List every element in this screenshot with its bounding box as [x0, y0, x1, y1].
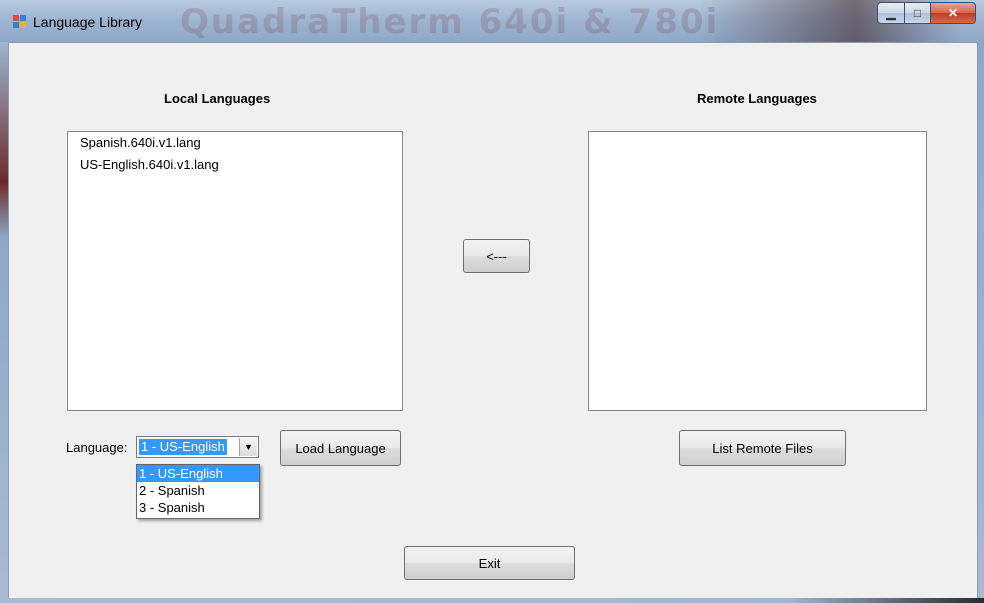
window-title: Language Library [33, 14, 142, 30]
dropdown-option[interactable]: 1 - US-English [137, 465, 259, 482]
chevron-down-icon[interactable]: ▼ [239, 438, 257, 456]
remote-languages-list[interactable] [588, 131, 927, 411]
window-controls: ▁ □ ✕ [877, 2, 976, 24]
close-icon: ✕ [947, 6, 959, 20]
local-languages-heading: Local Languages [164, 91, 271, 106]
maximize-button[interactable]: □ [905, 2, 931, 24]
language-combobox-value: 1 - US-English [139, 439, 227, 455]
list-item[interactable]: US-English.640i.v1.lang [68, 154, 402, 176]
dropdown-option[interactable]: 2 - Spanish [137, 482, 259, 499]
language-combobox[interactable]: 1 - US-English ▼ [136, 436, 259, 458]
close-button[interactable]: ✕ [931, 2, 976, 24]
language-label: Language: [66, 440, 128, 455]
list-remote-files-button[interactable]: List Remote Files [679, 430, 846, 466]
window-frame-bottom [0, 598, 984, 603]
window-frame-left [0, 42, 8, 603]
app-icon [13, 15, 27, 29]
remote-languages-heading: Remote Languages [697, 91, 817, 106]
language-library-window: QuadraTherm 640i & 780i Language Library… [0, 0, 984, 603]
client-area: Local Languages Spanish.640i.v1.lang US-… [8, 42, 978, 600]
local-languages-list[interactable]: Spanish.640i.v1.lang US-English.640i.v1.… [67, 131, 403, 411]
title-bar[interactable]: QuadraTherm 640i & 780i Language Library… [0, 0, 984, 42]
maximize-icon: □ [913, 6, 922, 20]
exit-button[interactable]: Exit [404, 546, 575, 580]
language-dropdown-list[interactable]: 1 - US-English 2 - Spanish 3 - Spanish [136, 464, 260, 519]
transfer-to-local-button[interactable]: <--- [463, 239, 530, 273]
minimize-button[interactable]: ▁ [877, 2, 905, 24]
dropdown-option[interactable]: 3 - Spanish [137, 499, 259, 516]
title-bar-background-text: QuadraTherm 640i & 780i [180, 2, 720, 42]
load-language-button[interactable]: Load Language [280, 430, 401, 466]
minimize-icon: ▁ [886, 6, 896, 20]
list-item[interactable]: Spanish.640i.v1.lang [68, 132, 402, 154]
